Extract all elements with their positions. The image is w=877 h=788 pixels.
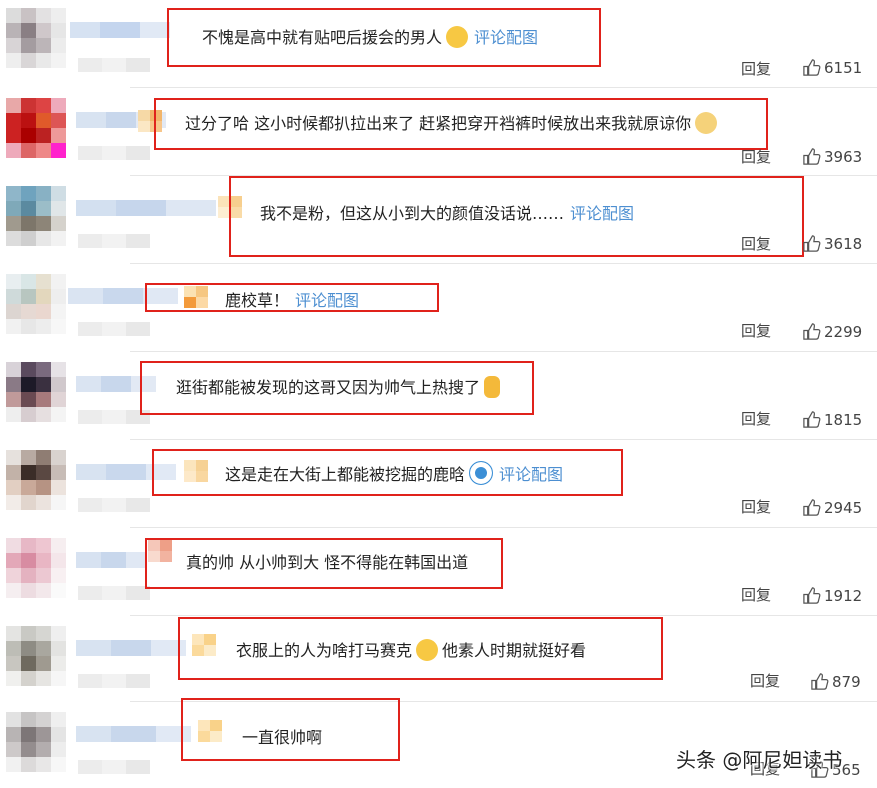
avatar[interactable] <box>6 98 66 158</box>
comment-image-link[interactable]: 评论配图 <box>499 465 563 484</box>
watermark: 头条 @阿尼妲读书 <box>676 748 843 772</box>
tears-of-joy-emoji-icon <box>416 639 439 661</box>
timestamp-blurred <box>78 234 150 248</box>
like-button[interactable]: 3618 <box>802 234 862 253</box>
avatar[interactable] <box>6 538 66 598</box>
username-blurred[interactable] <box>76 726 191 742</box>
username-blurred[interactable] <box>76 552 146 568</box>
reply-button[interactable]: 回复 <box>750 670 780 691</box>
reply-button[interactable]: 回复 <box>741 233 771 254</box>
thumbs-up-icon <box>803 499 821 516</box>
reply-button[interactable]: 回复 <box>741 146 771 167</box>
reply-button[interactable]: 回复 <box>741 496 771 517</box>
comment-text: 鹿校草！ 评论配图 <box>225 291 360 310</box>
comment-row: 逛街都能被发现的这哥又因为帅气上热搜了 回复 1815 <box>0 352 877 440</box>
timestamp-blurred <box>78 674 150 688</box>
comment-row: 真的帅 从小帅到大 怪不得能在韩国出道 回复 1912 <box>0 528 877 616</box>
thumbs-up-icon <box>803 411 821 428</box>
username-blurred[interactable] <box>70 22 170 38</box>
avatar[interactable] <box>6 450 66 510</box>
comment-image-link[interactable]: 评论配图 <box>295 291 359 310</box>
avatar[interactable] <box>6 362 66 422</box>
like-button[interactable]: 6151 <box>802 58 862 77</box>
comment-row: 这是走在大街上都能被挖掘的鹿晗 评论配图 回复 2945 <box>0 440 877 528</box>
thumbs-up-icon <box>803 148 821 165</box>
comment-text: 这是走在大街上都能被挖掘的鹿晗 评论配图 <box>225 461 563 485</box>
timestamp-blurred <box>78 58 150 72</box>
smiling-face-emoji-icon <box>446 26 469 48</box>
comment-text: 真的帅 从小帅到大 怪不得能在韩国出道 <box>186 553 469 572</box>
timestamp-blurred <box>78 760 150 774</box>
username-blurred[interactable] <box>76 640 186 656</box>
figure-emoji-icon <box>484 376 501 398</box>
avatar[interactable] <box>6 626 66 686</box>
username-blurred[interactable] <box>76 200 216 216</box>
thumbs-up-icon <box>803 587 821 604</box>
like-button[interactable]: 2945 <box>802 498 862 517</box>
thumbs-up-icon <box>803 59 821 76</box>
timestamp-blurred <box>78 146 150 160</box>
avatar[interactable] <box>6 8 66 68</box>
avatar[interactable] <box>6 274 66 334</box>
thumbs-up-icon <box>803 323 821 340</box>
comment-image-link[interactable]: 评论配图 <box>570 204 634 223</box>
comment-row: 过分了哈 这小时候都扒拉出来了 赶紧把穿开裆裤时候放出来我就原谅你 回复 396… <box>0 88 877 176</box>
like-button[interactable]: 2299 <box>802 322 862 341</box>
avatar[interactable] <box>6 186 66 246</box>
comment-text: 过分了哈 这小时候都扒拉出来了 赶紧把穿开裆裤时候放出来我就原谅你 <box>185 110 718 134</box>
comment-text: 逛街都能被发现的这哥又因为帅气上热搜了 <box>176 374 501 398</box>
reply-button[interactable]: 回复 <box>741 584 771 605</box>
cat-face-emoji-icon <box>695 112 718 134</box>
comment-text: 一直很帅啊 <box>242 728 323 747</box>
comment-row: 我不是粉，但这从小到大的颜值没话说…… 评论配图 回复 3618 <box>0 176 877 264</box>
comment-row: 鹿校草！ 评论配图 回复 2299 <box>0 264 877 352</box>
comment-image-link[interactable]: 评论配图 <box>474 28 538 47</box>
comment-row: 不愧是高中就有贴吧后援会的男人 评论配图 回复 6151 <box>0 0 877 88</box>
reply-button[interactable]: 回复 <box>741 320 771 341</box>
comment-text: 不愧是高中就有贴吧后援会的男人 评论配图 <box>202 26 539 48</box>
reply-button[interactable]: 回复 <box>741 408 771 429</box>
avatar[interactable] <box>6 712 66 772</box>
timestamp-blurred <box>78 498 150 512</box>
timestamp-blurred <box>78 322 150 336</box>
like-button[interactable]: 1815 <box>802 410 862 429</box>
comment-text: 衣服上的人为啥打马赛克 他素人时期就挺好看 <box>236 639 587 661</box>
reply-button[interactable]: 回复 <box>741 58 771 79</box>
like-button[interactable]: 879 <box>810 672 861 691</box>
timestamp-blurred <box>78 586 150 600</box>
thumbs-up-icon <box>811 673 829 690</box>
comment-text: 我不是粉，但这从小到大的颜值没话说…… 评论配图 <box>260 204 635 223</box>
comment-row: 衣服上的人为啥打马赛克 他素人时期就挺好看 回复 879 <box>0 616 877 702</box>
thumbs-up-icon <box>803 235 821 252</box>
doraemon-emoji-icon <box>469 461 494 485</box>
like-button[interactable]: 1912 <box>802 586 862 605</box>
like-button[interactable]: 3963 <box>802 147 862 166</box>
